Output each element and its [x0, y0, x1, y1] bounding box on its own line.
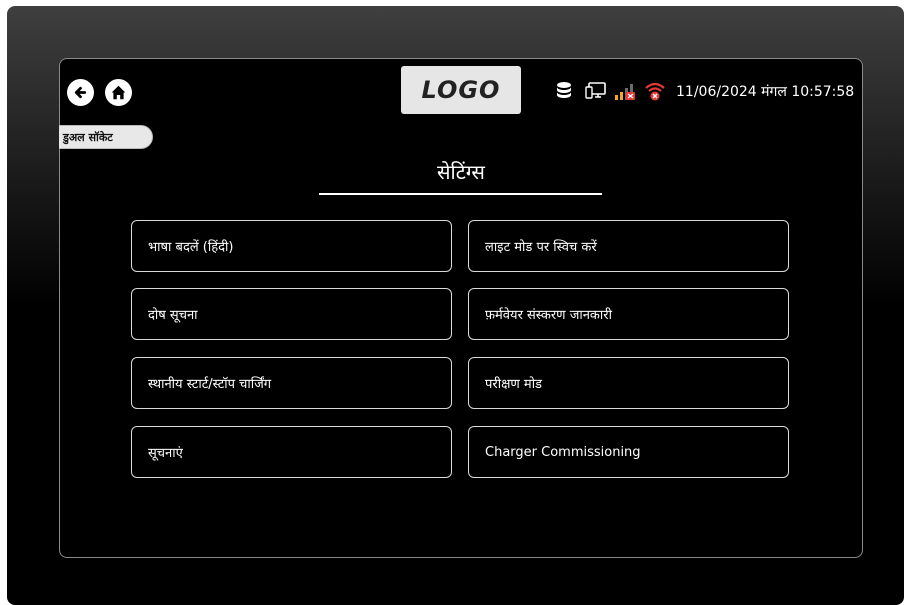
option-fault-info[interactable]: दोष सूचना [131, 288, 452, 340]
option-change-language[interactable]: भाषा बदलें (हिंदी) [131, 220, 452, 272]
back-arrow-icon [74, 86, 87, 99]
option-firmware-info[interactable]: फ़र्मवेयर संस्करण जानकारी [468, 288, 789, 340]
dual-socket-tab[interactable]: डुअल सॉकेट [59, 125, 153, 149]
title-underline [319, 193, 602, 195]
option-light-mode[interactable]: लाइट मोड पर स्विच करें [468, 220, 789, 272]
home-button[interactable] [105, 79, 132, 106]
page-title: सेटिंग्स [437, 160, 485, 184]
wifi-error-icon [645, 80, 665, 102]
datetime: 11/06/2024 मंगल 10:57:58 [676, 84, 855, 100]
option-notifications[interactable]: सूचनाएं [131, 426, 452, 478]
logo: LOGO [401, 66, 521, 114]
option-test-mode[interactable]: परीक्षण मोड [468, 357, 789, 409]
signal-icon [614, 80, 636, 102]
home-icon [111, 85, 126, 100]
option-charger-commissioning[interactable]: Charger Commissioning [468, 426, 789, 478]
back-button[interactable] [67, 79, 94, 106]
option-local-start-stop[interactable]: स्थानीय स्टार्ट/स्टॉप चार्जिंग [131, 357, 452, 409]
database-icon [556, 80, 572, 102]
network-icon [585, 80, 607, 102]
